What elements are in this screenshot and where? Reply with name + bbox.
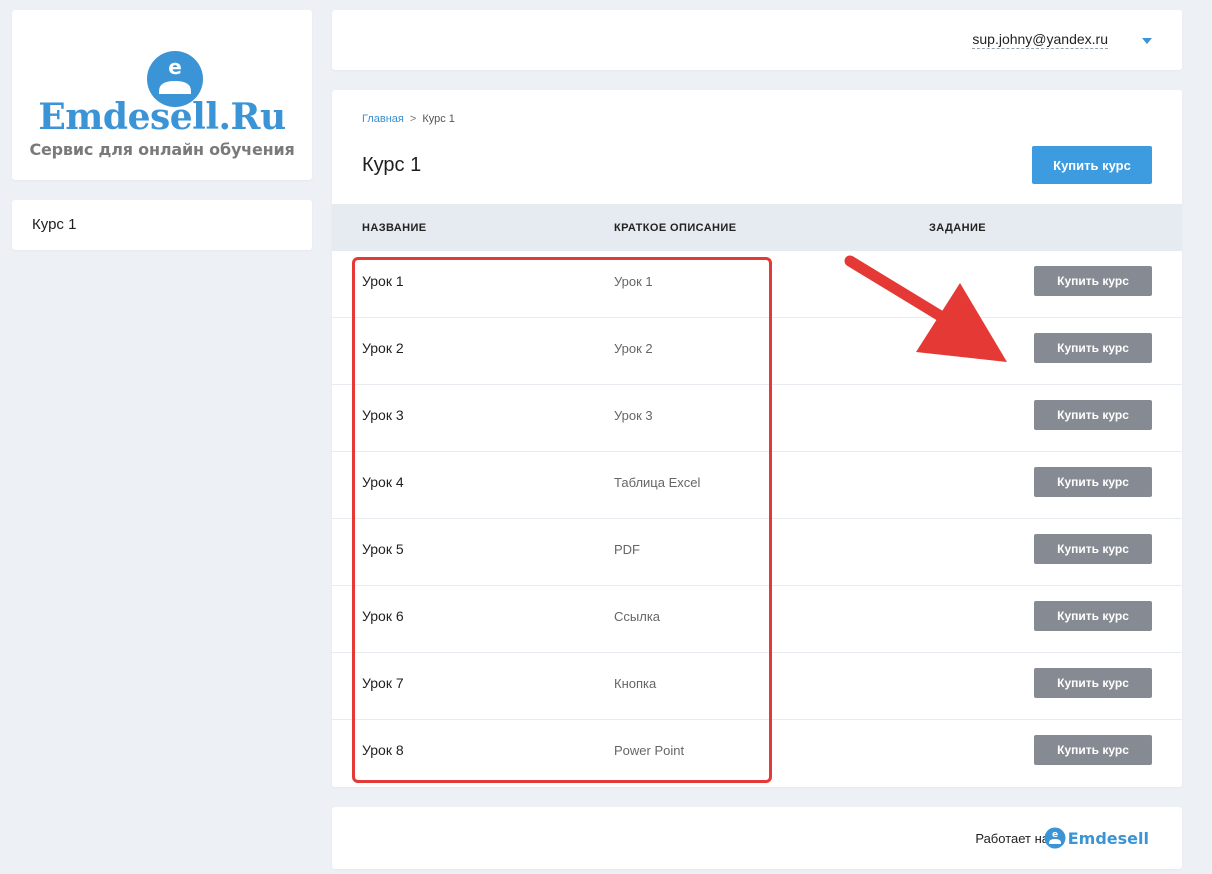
- lesson-description: Power Point: [614, 743, 685, 758]
- table-row: Урок 6 Ссылка Купить курс: [332, 586, 1182, 653]
- lesson-description: Кнопка: [614, 676, 657, 691]
- lesson-name: Урок 5: [362, 541, 404, 557]
- breadcrumb-separator: >: [409, 113, 417, 125]
- breadcrumb-current: Курс 1: [422, 113, 455, 125]
- table-row: Урок 5 PDF Купить курс: [332, 519, 1182, 586]
- row-buy-course-button[interactable]: Купить курс: [1034, 601, 1152, 631]
- svg-text:e: e: [1052, 830, 1058, 840]
- column-header-name: НАЗВАНИЕ: [362, 222, 427, 234]
- lesson-name: Урок 8: [362, 742, 404, 758]
- logo-title: Emdesell.Ru: [38, 96, 286, 138]
- row-buy-course-button[interactable]: Купить курс: [1034, 668, 1152, 698]
- lesson-description: Урок 3: [614, 408, 653, 423]
- table-row: Урок 8 Power Point Купить курс: [332, 720, 1182, 787]
- footer: Работает на e Emdesell: [332, 807, 1182, 869]
- breadcrumb: Главная > Курс 1: [362, 113, 455, 125]
- row-buy-course-button[interactable]: Купить курс: [1034, 400, 1152, 430]
- header: sup.johny@yandex.ru: [332, 10, 1182, 70]
- column-header-description: КРАТКОЕ ОПИСАНИЕ: [614, 222, 737, 234]
- lesson-name: Урок 4: [362, 474, 404, 490]
- lesson-name: Урок 1: [362, 273, 404, 289]
- lesson-description: Ссылка: [614, 609, 661, 624]
- lesson-name: Урок 7: [362, 675, 404, 691]
- footer-logo-icon: e: [1044, 827, 1066, 849]
- buy-course-button[interactable]: Купить курс: [1032, 146, 1152, 184]
- logo-tagline: Сервис для онлайн обучения: [29, 140, 295, 159]
- lesson-description: PDF: [614, 542, 640, 557]
- lesson-name: Урок 3: [362, 407, 404, 423]
- lesson-name: Урок 6: [362, 608, 404, 624]
- page-title: Курс 1: [362, 154, 422, 176]
- table-row: Урок 7 Кнопка Купить курс: [332, 653, 1182, 720]
- table-row: Урок 4 Таблица Excel Купить курс: [332, 452, 1182, 519]
- lesson-description: Урок 2: [614, 341, 653, 356]
- footer-brand-name: Emdesell: [1067, 828, 1149, 848]
- row-buy-course-button[interactable]: Купить курс: [1034, 534, 1152, 564]
- lesson-description: Таблица Excel: [614, 475, 701, 490]
- lesson-name: Урок 2: [362, 340, 404, 356]
- breadcrumb-home-link[interactable]: Главная: [362, 113, 404, 125]
- sidebar: Курс 1: [12, 200, 312, 250]
- svg-text:e: e: [168, 55, 182, 79]
- powered-by-text: Работает на: [975, 831, 1049, 846]
- table-header: НАЗВАНИЕ КРАТКОЕ ОПИСАНИЕ ЗАДАНИЕ: [332, 204, 1182, 251]
- row-buy-course-button[interactable]: Купить курс: [1034, 266, 1152, 296]
- table-row: Урок 1 Урок 1 Купить курс: [332, 251, 1182, 318]
- caret-down-icon[interactable]: [1142, 38, 1152, 44]
- row-buy-course-button[interactable]: Купить курс: [1034, 467, 1152, 497]
- row-buy-course-button[interactable]: Купить курс: [1034, 333, 1152, 363]
- table-row: Урок 2 Урок 2 Купить курс: [332, 318, 1182, 385]
- column-header-task: ЗАДАНИЕ: [929, 222, 987, 234]
- main-content: Главная > Курс 1 Курс 1 Купить курс НАЗВАН…: [332, 90, 1182, 787]
- lesson-description: Урок 1: [614, 274, 653, 289]
- row-buy-course-button[interactable]: Купить курс: [1034, 735, 1152, 765]
- footer-brand-link[interactable]: e Emdesell: [1044, 826, 1149, 850]
- logo-card: e Emdesell.Ru Сервис для онлайн обучения: [12, 10, 312, 180]
- table-row: Урок 3 Урок 3 Купить курс: [332, 385, 1182, 452]
- sidebar-item-course-1[interactable]: Курс 1: [32, 216, 76, 233]
- user-email-link[interactable]: sup.johny@yandex.ru: [972, 31, 1108, 49]
